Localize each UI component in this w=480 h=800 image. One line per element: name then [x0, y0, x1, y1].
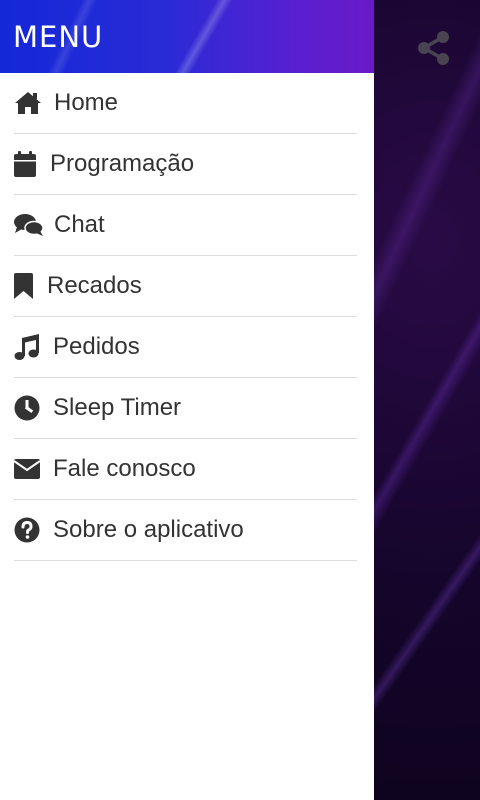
share-icon	[418, 31, 449, 65]
menu-item-label: Fale conosco	[53, 455, 196, 482]
menu-item-fale-conosco[interactable]: Fale conosco	[14, 439, 357, 500]
menu-item-sleep-timer[interactable]: Sleep Timer	[14, 378, 357, 439]
chat-bubbles-icon	[14, 210, 44, 240]
menu-item-chat[interactable]: Chat	[14, 195, 357, 256]
menu-item-label: Chat	[54, 211, 105, 238]
drawer-title: MENU	[13, 19, 104, 54]
menu-item-label: Sobre o aplicativo	[53, 516, 244, 543]
menu-item-pedidos[interactable]: Pedidos	[14, 317, 357, 378]
menu-item-recados[interactable]: Recados	[14, 256, 357, 317]
navigation-drawer: MENU Home Programação Chat Recados Pedid…	[0, 0, 374, 800]
home-icon	[14, 88, 44, 118]
drawer-header: MENU	[0, 0, 374, 73]
menu-item-home[interactable]: Home	[14, 73, 357, 134]
share-button[interactable]	[414, 28, 454, 68]
envelope-icon	[14, 454, 43, 484]
menu-item-label: Home	[54, 89, 119, 116]
music-note-icon	[14, 332, 43, 362]
menu-item-label: Sleep Timer	[53, 394, 182, 421]
clock-icon	[14, 393, 43, 423]
menu-list: Home Programação Chat Recados Pedidos Sl…	[0, 73, 374, 561]
menu-item-label: Recados	[47, 272, 142, 299]
menu-item-label: Programação	[50, 150, 195, 177]
menu-item-sobre[interactable]: Sobre o aplicativo	[14, 500, 357, 561]
bookmark-icon	[14, 271, 37, 301]
menu-item-label: Pedidos	[53, 333, 140, 360]
menu-item-programacao[interactable]: Programação	[14, 134, 357, 195]
question-circle-icon	[14, 515, 43, 545]
calendar-icon	[14, 149, 40, 179]
